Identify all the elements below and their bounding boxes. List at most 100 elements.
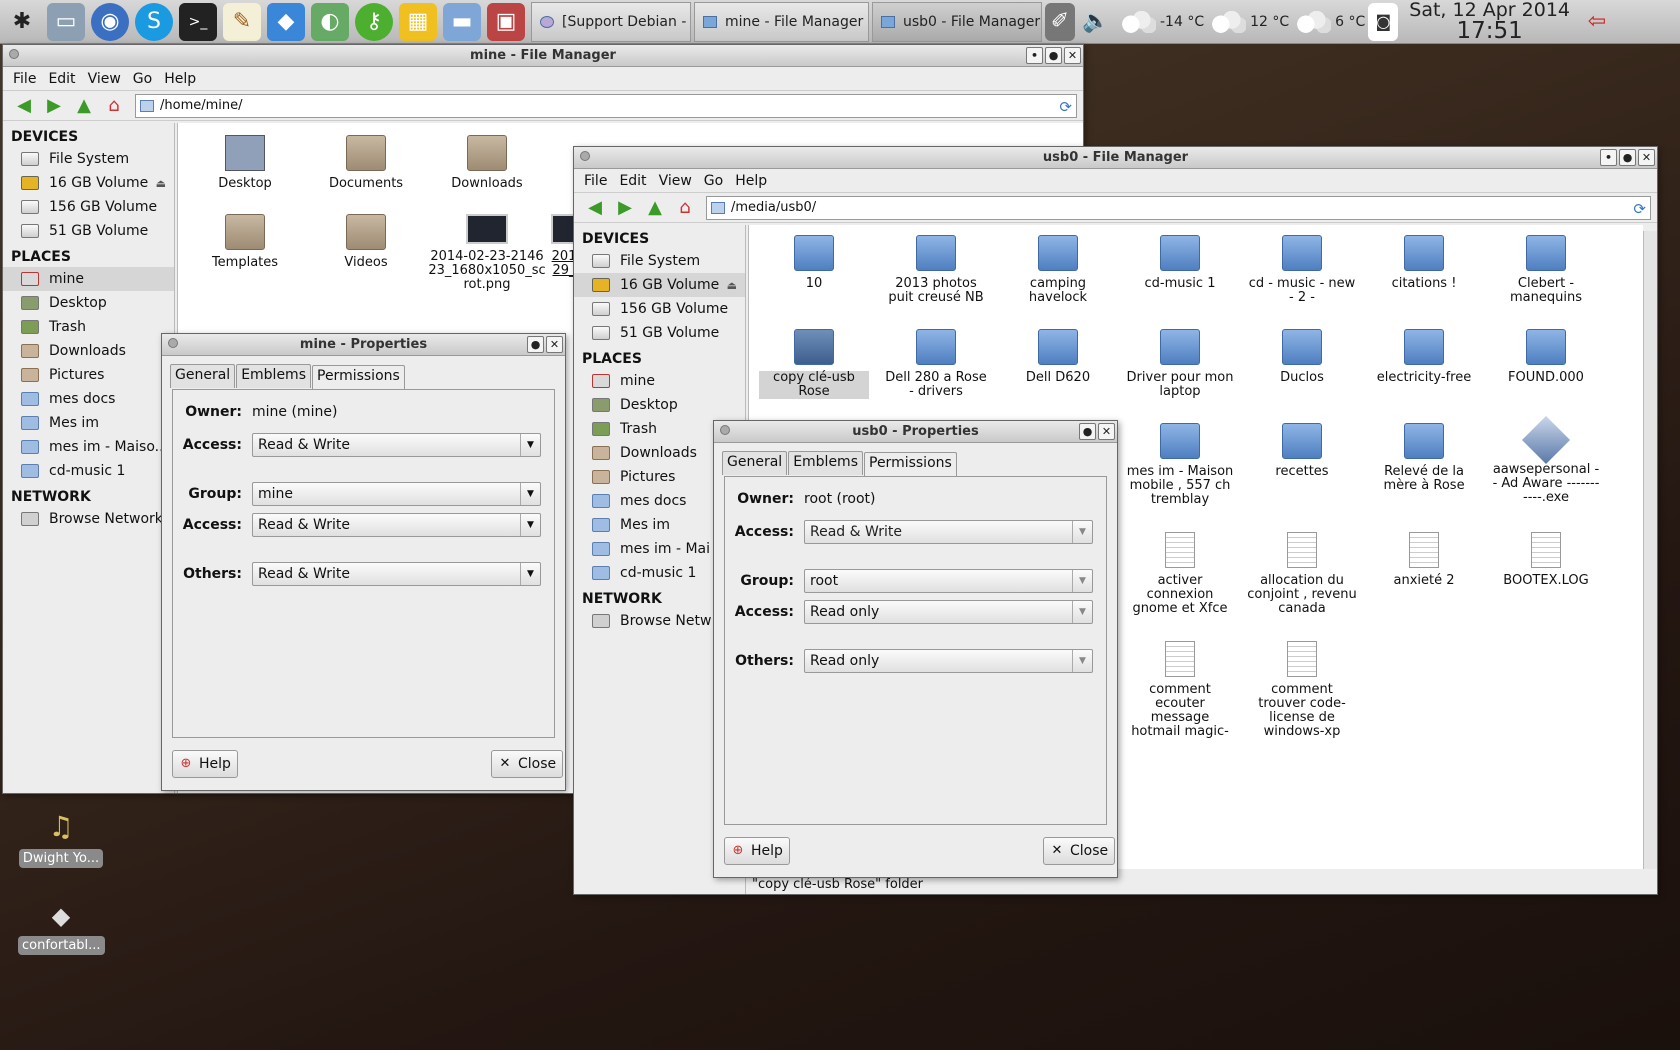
file-item[interactable]: Driver pour mon laptop [1125,329,1235,399]
close-button[interactable]: ✕ [1638,149,1655,166]
file-item[interactable]: copy clé-usb Rose [759,329,869,399]
file-item[interactable]: citations ! [1369,235,1479,291]
tab-permissions[interactable]: Permissions [864,452,957,476]
maximize-button[interactable]: ● [1045,47,1062,64]
back-arrow-icon[interactable]: ◀ [11,94,37,118]
file-item[interactable]: activer connexion gnome et Xfce [1125,532,1235,616]
tab-emblems[interactable]: Emblems [236,364,311,388]
sidebar-item-156gb[interactable]: 156 GB Volume [3,195,174,219]
folder-launcher-icon[interactable]: ▬ [443,2,481,41]
file-item[interactable]: comment trouver code-license de windows-… [1247,641,1357,739]
file-item[interactable]: allocation du conjoint , revenu canada [1247,532,1357,616]
maximize-button[interactable]: ● [1079,423,1096,440]
tab-emblems[interactable]: Emblems [788,451,863,475]
home-icon[interactable]: ⌂ [672,196,698,220]
others-access-select[interactable]: Read only ▼ [804,649,1093,673]
sidebar-item-downloads[interactable]: Downloads [3,339,174,363]
file-item[interactable]: comment ecouter message hotmail magic- [1125,641,1235,739]
sidebar-item-desktop[interactable]: Desktop [574,393,745,417]
sidebar-item-file-system[interactable]: File System [3,147,174,171]
group-select[interactable]: mine ▼ [252,482,541,506]
menu-help[interactable]: Help [164,71,196,87]
back-arrow-icon[interactable]: ◀ [582,196,608,220]
menu-file[interactable]: File [584,173,607,189]
sidebar-item-16gb[interactable]: 16 GB Volume ⏏ [3,171,174,195]
monitor-icon[interactable]: ◐ [311,2,349,41]
title-bar[interactable]: mine - Properties ● ✕ [162,334,565,356]
menu-view[interactable]: View [659,173,692,189]
file-item[interactable]: Relevé de la mère à Rose [1369,423,1479,493]
reload-icon[interactable]: ⟳ [1633,200,1646,218]
menu-file[interactable]: File [13,71,36,87]
reload-icon[interactable]: ⟳ [1059,98,1072,116]
file-item[interactable]: Clebert - manequins [1491,235,1601,305]
sidebar-item-156gb[interactable]: 156 GB Volume [574,297,745,321]
file-item[interactable]: 10 [759,235,869,291]
file-item[interactable]: Dell 280 a Rose - drivers [881,329,991,399]
task-usb0-file-manager[interactable]: usb0 - File Manager [872,1,1042,42]
title-bar[interactable]: usb0 - File Manager • ● ✕ [574,147,1657,169]
close-button[interactable]: ✕ Close [491,750,564,778]
menu-view[interactable]: View [88,71,121,87]
file-item[interactable]: cd - music - new - 2 - [1247,235,1357,305]
file-item[interactable]: recettes [1247,423,1357,479]
file-item[interactable]: 2013 photos puit creusé NB [881,235,991,305]
task-mine-file-manager[interactable]: mine - File Manager [694,1,869,42]
file-item[interactable]: Dell D620 [1003,329,1113,385]
sidebar-item-16gb[interactable]: 16 GB Volume ⏏ [574,273,745,297]
logout-icon[interactable]: ⇦ [1582,3,1612,41]
key-icon[interactable]: ⚷ [355,2,393,41]
menu-help[interactable]: Help [735,173,767,189]
skype-icon[interactable]: S [135,2,173,41]
text-editor-icon[interactable]: ✎ [223,2,261,41]
sidebar-item-browse-network[interactable]: Browse Network [3,507,174,531]
file-item[interactable]: Duclos [1247,329,1357,385]
maximize-button[interactable]: ● [1619,149,1636,166]
file-item[interactable]: Desktop [190,135,300,191]
sidebar-item-mine[interactable]: mine [574,369,745,393]
file-item[interactable]: cd-music 1 [1125,235,1235,291]
screenshot-icon[interactable]: ◙ [1368,2,1399,41]
close-button[interactable]: ✕ [546,336,563,353]
tab-permissions[interactable]: Permissions [312,365,405,389]
group-select[interactable]: root ▼ [804,569,1093,593]
location-input[interactable]: /media/usb0/⟳ [706,195,1651,220]
sidebar-item-mine[interactable]: mine [3,267,174,291]
sidebar-item-mes-docs[interactable]: mes docs [3,387,174,411]
sidebar-item-51gb[interactable]: 51 GB Volume [574,321,745,345]
file-item[interactable]: 2014-02-23-214623_1680x1050_scrot.png [428,214,546,292]
vertical-scrollbar[interactable] [1643,231,1657,869]
sidebar-item-file-system[interactable]: File System [574,249,745,273]
eject-icon[interactable]: ⏏ [727,279,737,292]
title-bar[interactable]: mine - File Manager • ● ✕ [3,45,1083,67]
file-item[interactable]: Templates [190,214,300,270]
file-item[interactable]: camping havelock [1003,235,1113,305]
desktop-icon-music[interactable]: ♫ Dwight Yo... [18,810,104,868]
desktop-icon-document[interactable]: ◆ confortabl... [18,902,105,955]
file-item[interactable]: mes im - Maison mobile , 557 ch tremblay [1125,423,1235,507]
title-bar[interactable]: usb0 - Properties ● ✕ [714,421,1117,443]
minimize-button[interactable]: • [1026,47,1043,64]
file-item[interactable]: Downloads [432,135,542,191]
sidebar-item-desktop[interactable]: Desktop [3,291,174,315]
pen-tool-icon[interactable]: ✐ [1045,2,1075,41]
sidebar-item-mes-im[interactable]: Mes im [3,411,174,435]
archive-icon[interactable]: ▦ [399,2,437,41]
sidebar-item-mes-im-maison[interactable]: mes im - Maiso... [3,435,174,459]
tab-general[interactable]: General [722,451,788,475]
up-arrow-icon[interactable]: ▲ [71,94,97,118]
minimize-button[interactable]: • [1600,149,1617,166]
close-button[interactable]: ✕ [1064,47,1081,64]
cat-launcher-icon[interactable]: ✱ [3,3,41,41]
file-item[interactable]: Videos [311,214,421,270]
cubes-icon[interactable]: ◆ [267,2,305,41]
sidebar-item-pictures[interactable]: Pictures [3,363,174,387]
file-item[interactable]: BOOTEX.LOG [1491,532,1601,588]
group-access-select[interactable]: Read only ▼ [804,600,1093,624]
file-item[interactable]: electricity-free [1369,329,1479,385]
sidebar-item-cd-music[interactable]: cd-music 1 [3,459,174,483]
home-icon[interactable]: ⌂ [101,94,127,118]
menu-edit[interactable]: Edit [619,173,646,189]
location-input[interactable]: /home/mine/⟳ [135,93,1077,118]
file-item[interactable]: FOUND.000 [1491,329,1601,385]
